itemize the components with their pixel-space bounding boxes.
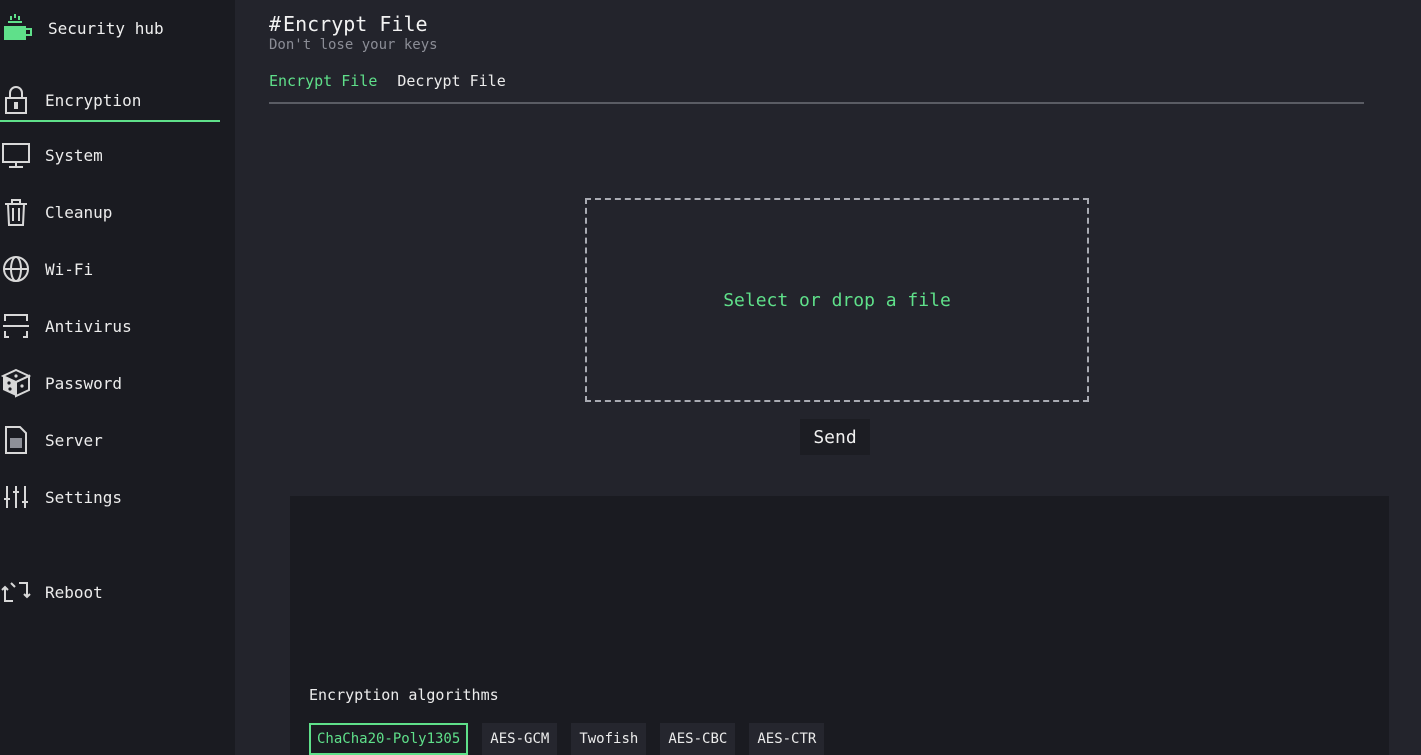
server-document-icon: [0, 424, 32, 456]
reboot-icon: [0, 576, 32, 608]
sidebar-item-label: Encryption: [45, 90, 142, 110]
sliders-icon: [0, 481, 32, 513]
sidebar-item-password[interactable]: Password: [0, 365, 220, 401]
algorithm-option-twofish[interactable]: Twofish: [571, 723, 647, 755]
sidebar-item-antivirus[interactable]: Antivirus: [0, 308, 220, 344]
sidebar-item-label: Reboot: [45, 582, 103, 602]
title-text: Encrypt File: [283, 12, 428, 36]
algorithms-title: Encryption algorithms: [309, 686, 499, 704]
sidebar-item-label: Password: [45, 373, 123, 393]
lock-icon: [0, 84, 32, 116]
coffee-cup-icon: [0, 10, 36, 46]
tab-decrypt-file[interactable]: Decrypt File: [397, 72, 505, 90]
sidebar-item-server[interactable]: Server: [0, 422, 220, 458]
brand: Security hub: [0, 10, 164, 46]
sidebar-item-label: Antivirus: [45, 316, 132, 336]
sidebar-item-wifi[interactable]: Wi-Fi: [0, 251, 220, 287]
page-subtitle: Don't lose your keys: [269, 37, 438, 53]
send-button[interactable]: Send: [800, 419, 870, 455]
algorithm-options: ChaCha20-Poly1305 AES-GCM Twofish AES-CB…: [309, 723, 825, 755]
title-hash: #: [269, 12, 282, 36]
sidebar-item-label: Server: [45, 430, 103, 450]
sidebar-item-label: Wi-Fi: [45, 259, 94, 279]
sidebar-item-cleanup[interactable]: Cleanup: [0, 194, 220, 230]
algorithm-option-chacha20-poly1305[interactable]: ChaCha20-Poly1305: [309, 723, 469, 755]
page-header: # Encrypt File Don't lose your keys: [269, 12, 438, 53]
dropzone-label: Select or drop a file: [723, 289, 951, 311]
file-dropzone[interactable]: Select or drop a file: [585, 198, 1089, 402]
algorithms-panel: Encryption algorithms ChaCha20-Poly1305 …: [290, 496, 1389, 755]
sidebar-item-label: Cleanup: [45, 202, 113, 222]
sidebar-item-settings[interactable]: Settings: [0, 479, 220, 515]
sidebar-item-label: System: [45, 145, 103, 165]
sidebar-item-system[interactable]: System: [0, 137, 220, 173]
scanner-icon: [0, 310, 32, 342]
app-name: Security hub: [48, 18, 164, 38]
monitor-icon: [0, 139, 32, 171]
dice-icon: [0, 367, 32, 399]
tab-bar: Encrypt File Decrypt File: [269, 72, 506, 90]
algorithm-option-aes-gcm[interactable]: AES-GCM: [482, 723, 558, 755]
page-title: # Encrypt File: [269, 12, 438, 36]
sidebar-item-encryption[interactable]: Encryption: [0, 80, 220, 122]
algorithm-option-aes-ctr[interactable]: AES-CTR: [749, 723, 825, 755]
trash-icon: [0, 196, 32, 228]
sidebar-item-label: Settings: [45, 487, 123, 507]
algorithm-option-aes-cbc[interactable]: AES-CBC: [660, 723, 736, 755]
globe-icon: [0, 253, 32, 285]
tab-encrypt-file[interactable]: Encrypt File: [269, 72, 377, 90]
sidebar-item-reboot[interactable]: Reboot: [0, 574, 220, 610]
app-root: Security hub Encryption System Cleanup W…: [0, 0, 1421, 755]
tabs-divider: [269, 102, 1364, 104]
sidebar: Security hub Encryption System Cleanup W…: [0, 0, 235, 755]
